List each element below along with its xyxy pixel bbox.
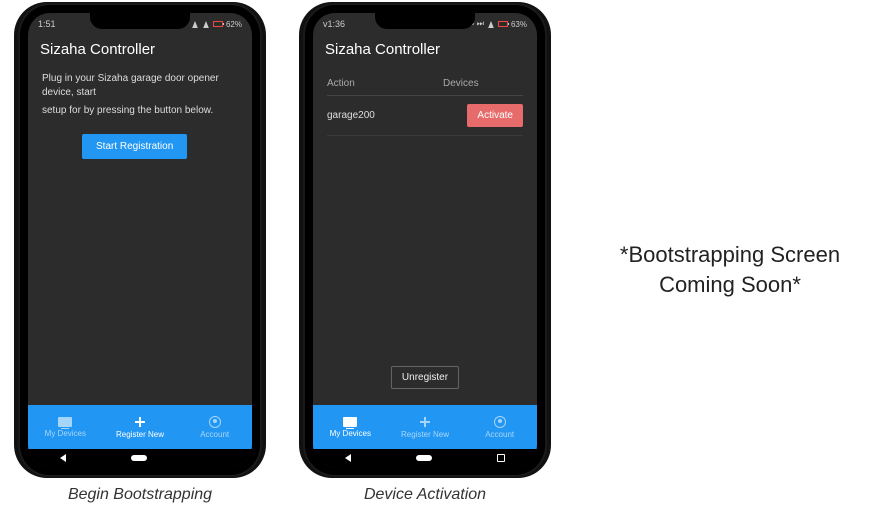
screen: v1:36 ▶ ⏭ 63% Sizaha Controller Action D… [313, 13, 537, 467]
phone-mockup-bootstrapping: 1:51 62% Sizaha Controller Plug in your … [20, 5, 260, 475]
devices-icon [343, 417, 357, 427]
nav-label: Register New [401, 430, 449, 439]
caption-bootstrapping: Begin Bootstrapping [20, 486, 260, 504]
nav-label: Account [200, 430, 229, 439]
caption-activation: Device Activation [305, 486, 545, 504]
phone-mockup-activation: v1:36 ▶ ⏭ 63% Sizaha Controller Action D… [305, 5, 545, 475]
back-icon[interactable] [60, 454, 66, 462]
home-icon[interactable] [131, 455, 147, 461]
nav-label: Account [485, 430, 514, 439]
nav-my-devices[interactable]: My Devices [28, 405, 103, 449]
battery-percent: 63% [511, 20, 527, 29]
column-action: Action [327, 78, 443, 89]
table-row: garage200 Activate [327, 96, 523, 136]
status-time: 1:51 [38, 19, 56, 29]
nav-my-devices[interactable]: My Devices [313, 405, 388, 449]
system-nav [28, 449, 252, 467]
back-icon[interactable] [345, 454, 351, 462]
instruction-text: setup for by pressing the button below. [42, 104, 238, 118]
phone-notch [375, 13, 475, 29]
status-icons: ▶ ⏭ 63% [468, 19, 527, 29]
system-nav [313, 449, 537, 467]
nav-label: My Devices [45, 429, 86, 438]
nav-label: My Devices [330, 429, 371, 438]
account-icon [494, 416, 506, 428]
nav-label: Register New [116, 430, 164, 439]
home-icon[interactable] [416, 455, 432, 461]
coming-soon-placeholder: *Bootstrapping Screen Coming Soon* [600, 240, 860, 299]
signal-icon [488, 21, 494, 28]
battery-icon [213, 21, 223, 27]
nav-account[interactable]: Account [462, 405, 537, 449]
battery-icon [498, 21, 508, 27]
unregister-button[interactable]: Unregister [391, 366, 459, 389]
signal-icon [192, 21, 198, 28]
status-icons: 62% [191, 20, 242, 29]
instruction-text: Plug in your Sizaha garage door opener d… [42, 72, 238, 100]
nav-account[interactable]: Account [177, 405, 252, 449]
coming-soon-line1: *Bootstrapping Screen [600, 240, 860, 270]
app-title: Sizaha Controller [28, 33, 252, 62]
bottom-nav: My Devices Register New Account [313, 405, 537, 449]
coming-soon-line2: Coming Soon* [600, 270, 860, 300]
devices-icon [58, 417, 72, 427]
activate-button[interactable]: Activate [467, 104, 523, 127]
app-title: Sizaha Controller [313, 33, 537, 62]
start-registration-button[interactable]: Start Registration [82, 134, 187, 159]
device-name: garage200 [327, 110, 467, 121]
recent-icon[interactable] [497, 454, 505, 462]
account-icon [209, 416, 221, 428]
status-time: v1:36 [323, 19, 345, 29]
plus-icon [419, 416, 431, 428]
screen: 1:51 62% Sizaha Controller Plug in your … [28, 13, 252, 467]
table-header: Action Devices [327, 72, 523, 96]
signal-icon [203, 21, 209, 28]
nav-register-new[interactable]: Register New [388, 405, 463, 449]
nav-register-new[interactable]: Register New [103, 405, 178, 449]
battery-percent: 62% [226, 20, 242, 29]
bottom-nav: My Devices Register New Account [28, 405, 252, 449]
phone-notch [90, 13, 190, 29]
column-devices: Devices [443, 78, 523, 89]
plus-icon [134, 416, 146, 428]
